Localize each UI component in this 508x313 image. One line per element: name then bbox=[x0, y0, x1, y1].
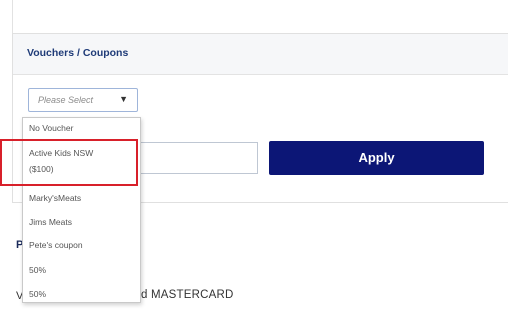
top-panel bbox=[12, 0, 508, 35]
payment-card-label: d MASTERCARD bbox=[141, 289, 234, 301]
vouchers-header: Vouchers / Coupons bbox=[13, 34, 508, 75]
voucher-select-placeholder: Please Select bbox=[38, 95, 94, 105]
dropdown-option-active-kids[interactable]: Active Kids NSW ($100) bbox=[23, 145, 118, 177]
voucher-code-input[interactable] bbox=[138, 142, 258, 174]
apply-button[interactable]: Apply bbox=[269, 141, 484, 175]
voucher-select[interactable]: Please Select ▼ bbox=[28, 88, 138, 112]
dropdown-option-50-percent[interactable]: 50% bbox=[23, 265, 140, 275]
voucher-dropdown-list: No Voucher Active Kids NSW ($100) Marky'… bbox=[22, 117, 141, 303]
dropdown-option-no-voucher[interactable]: No Voucher bbox=[23, 123, 140, 133]
dropdown-option-markys-meats[interactable]: Marky'sMeats bbox=[23, 193, 140, 203]
dropdown-option-petes-coupon[interactable]: Pete's coupon bbox=[23, 240, 140, 250]
dropdown-option-50-percent-2[interactable]: 50% bbox=[23, 289, 140, 299]
dropdown-option-jims-meats[interactable]: Jims Meats bbox=[23, 217, 140, 227]
vouchers-title: Vouchers / Coupons bbox=[27, 47, 129, 59]
caret-down-icon: ▼ bbox=[119, 94, 128, 104]
